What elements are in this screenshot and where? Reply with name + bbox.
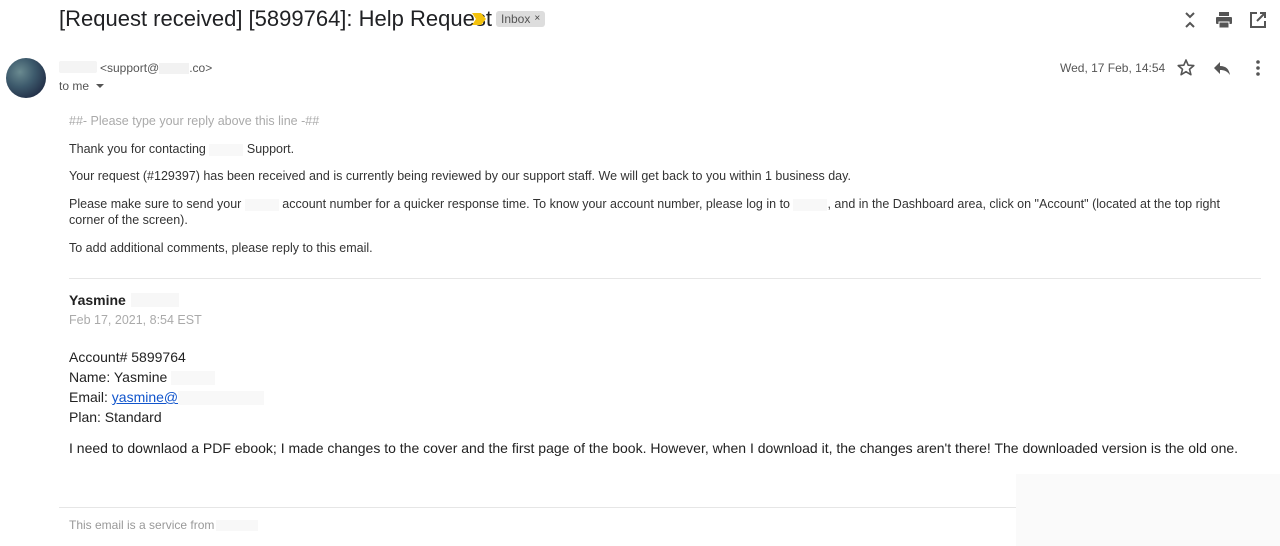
recipient-label: to me [59, 79, 90, 93]
email-subject: [Request received] [5899764]: Help Reque… [59, 6, 492, 31]
comments-paragraph: To add additional comments, please reply… [69, 241, 373, 255]
sender-email: <support@ .co> [100, 61, 212, 75]
recipient-details-toggle[interactable]: to me [59, 79, 105, 93]
thanks-end: Support. [246, 142, 295, 156]
received-paragraph: Your request (#129397) has been received… [69, 169, 851, 183]
plan-row: Plan: Standard [69, 409, 162, 425]
account-number: Account# 5899764 [69, 349, 186, 365]
footer-text: This email is a service from [69, 518, 259, 532]
sender-name-redacted [59, 61, 97, 73]
message-divider [69, 278, 1261, 279]
message-actions [1176, 58, 1268, 78]
important-marker-icon[interactable] [472, 13, 486, 25]
redacted-company [209, 143, 244, 156]
email-row: Email: yasmine@ [69, 387, 265, 407]
name-label: Name: [69, 369, 111, 385]
redacted-company [793, 198, 828, 211]
inbox-label-text: Inbox [501, 12, 531, 26]
request-text: I need to downlaod a PDF ebook; I made c… [69, 440, 1239, 456]
reply-icon[interactable] [1212, 58, 1232, 78]
chevron-down-icon [96, 84, 105, 88]
email-label: Email: [69, 389, 108, 405]
customer-details: Account# 5899764 Name: Yasmine Email: ya… [69, 347, 265, 427]
author-timestamp: Feb 17, 2021, 8:54 EST [69, 313, 202, 327]
redacted-company [216, 520, 259, 532]
account-text-2: account number for a quicker response ti… [282, 197, 790, 211]
star-icon[interactable] [1176, 58, 1196, 78]
remove-label-icon[interactable]: × [534, 11, 540, 27]
sender-email-end: .co> [189, 61, 213, 75]
redacted-surname [131, 293, 179, 307]
redacted-surname [171, 371, 216, 386]
inbox-label-chip[interactable]: Inbox × [496, 11, 546, 27]
reply-above-line: ##- Please type your reply above this li… [69, 114, 320, 128]
account-text-1: Please make sure to send your [69, 197, 242, 211]
email-link[interactable]: yasmine@ [112, 389, 178, 405]
name-row: Name: Yasmine [69, 367, 264, 387]
redacted-company [244, 198, 279, 211]
account-paragraph: Please make sure to send your account nu… [69, 196, 1254, 228]
name-value: Yasmine [113, 369, 168, 385]
thread-toolbar [1180, 10, 1268, 30]
print-icon[interactable] [1214, 10, 1234, 30]
footer-divider [59, 507, 1017, 508]
message-date: Wed, 17 Feb, 14:54 [1060, 61, 1166, 75]
thanks-start: Thank you for contacting [69, 142, 206, 156]
author-name: Yasmine [69, 292, 126, 308]
redacted-email-domain [178, 391, 265, 406]
footer-label: This email is a service from [69, 518, 215, 532]
sender-avatar[interactable] [6, 58, 46, 98]
sender-email-start: <support@ [100, 61, 160, 75]
more-vert-icon[interactable] [1248, 58, 1268, 78]
collapse-all-icon[interactable] [1180, 10, 1200, 30]
redacted-corner [1016, 474, 1280, 546]
thanks-paragraph: Thank you for contacting Support. [69, 141, 294, 157]
redacted-domain [159, 63, 190, 75]
open-in-new-window-icon[interactable] [1248, 10, 1268, 30]
